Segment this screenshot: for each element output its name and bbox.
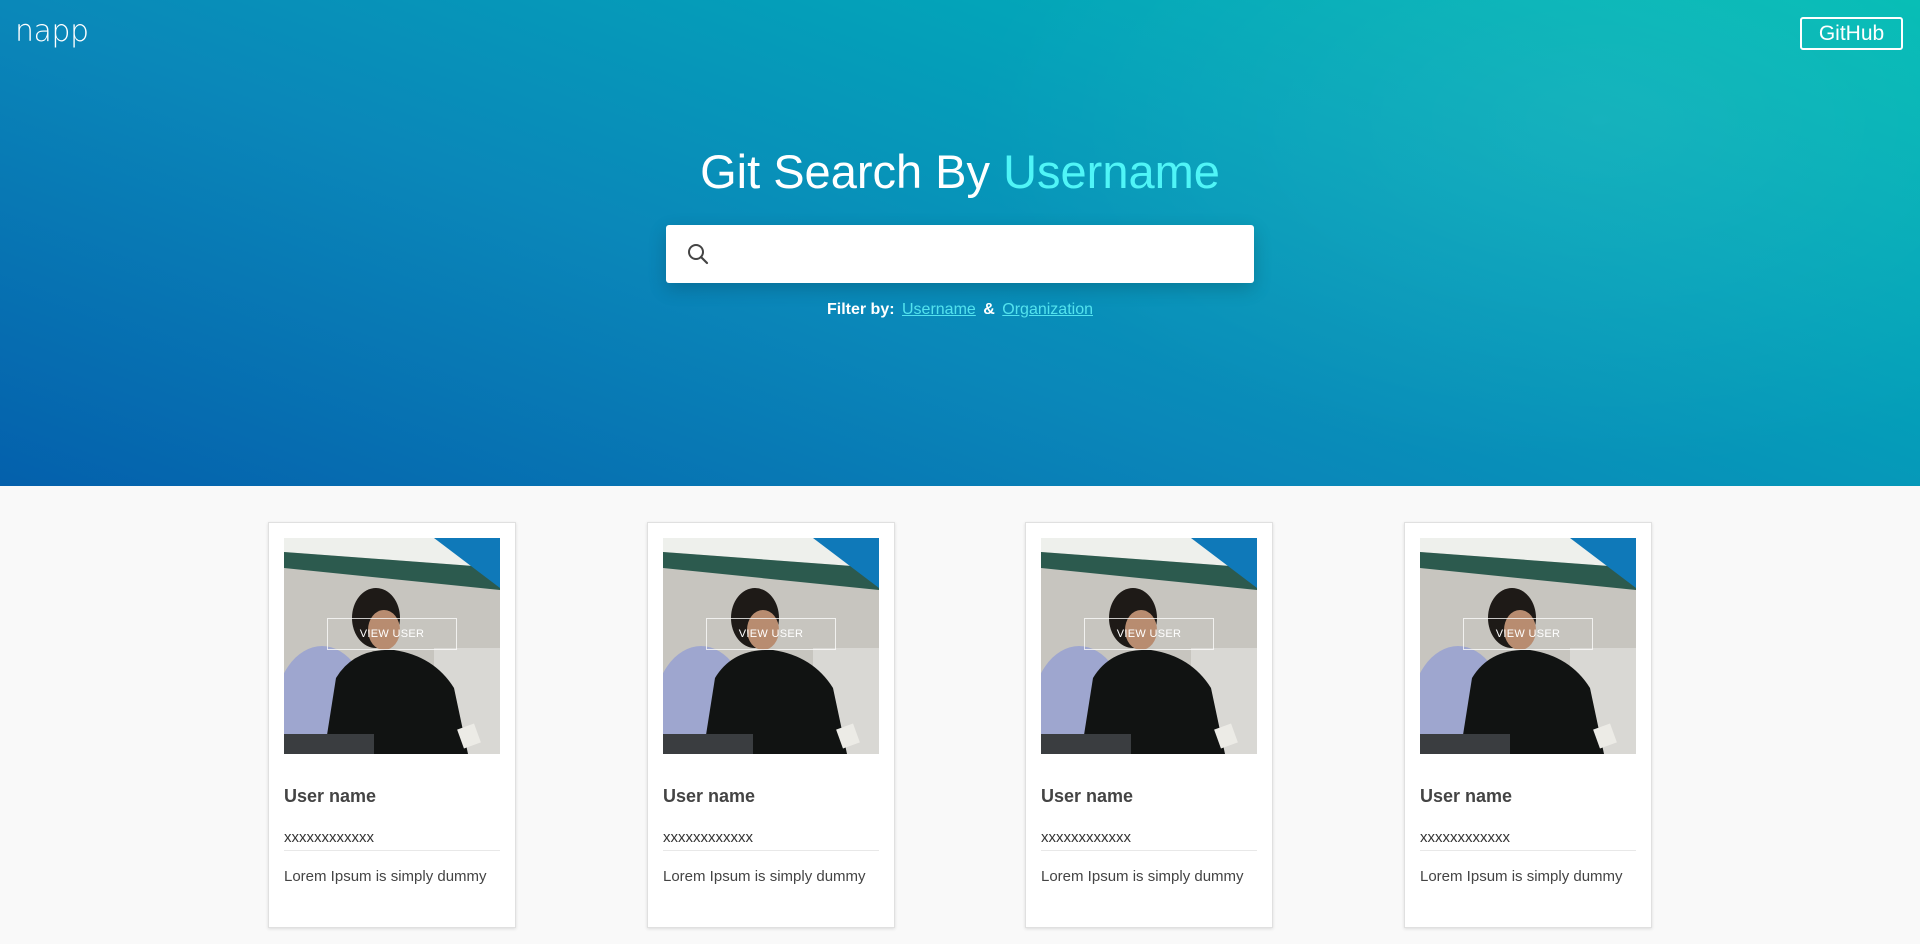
user-description: Lorem Ipsum is simply dummy [663,868,866,885]
title-prefix: Git Search By [700,145,1004,198]
app-logo[interactable]: napp [15,14,89,49]
filter-separator: & [983,301,995,318]
user-photo[interactable]: VIEW USER [284,538,500,754]
user-card: VIEW USER User name xxxxxxxxxxxx Lorem I… [1025,522,1273,928]
page-title: Git Search By Username [0,143,1920,201]
user-name: User name [1420,786,1513,806]
filter-bar: Filter by: Username & Organization [0,301,1920,319]
view-user-button[interactable]: VIEW USER [327,618,457,650]
user-photo[interactable]: VIEW USER [1420,538,1636,754]
title-accent: Username [1003,145,1220,198]
user-login: xxxxxxxxxxxx [284,829,500,851]
user-login: xxxxxxxxxxxx [1041,829,1257,851]
user-name: User name [663,786,756,806]
user-card-grid: VIEW USER User name xxxxxxxxxxxx Lorem I… [0,486,1920,944]
view-user-button[interactable]: VIEW USER [1463,618,1593,650]
view-user-button[interactable]: VIEW USER [706,618,836,650]
user-name: User name [284,786,377,806]
user-card: VIEW USER User name xxxxxxxxxxxx Lorem I… [1404,522,1652,928]
user-photo[interactable]: VIEW USER [663,538,879,754]
user-photo[interactable]: VIEW USER [1041,538,1257,754]
view-user-button[interactable]: VIEW USER [1084,618,1214,650]
filter-label: Filter by: [826,301,895,318]
search-input[interactable] [730,225,1254,283]
filter-username-link[interactable]: Username [902,301,976,318]
user-login: xxxxxxxxxxxx [1420,829,1636,851]
github-button[interactable]: GitHub [1800,17,1903,50]
user-card: VIEW USER User name xxxxxxxxxxxx Lorem I… [268,522,516,928]
user-login: xxxxxxxxxxxx [663,829,879,851]
user-description: Lorem Ipsum is simply dummy [1041,868,1244,885]
user-card: VIEW USER User name xxxxxxxxxxxx Lorem I… [647,522,895,928]
search-box [666,225,1254,283]
user-name: User name [1041,786,1134,806]
search-icon[interactable] [666,225,730,283]
hero-banner: napp GitHub Git Search By Username Filte… [0,0,1920,486]
user-description: Lorem Ipsum is simply dummy [1420,868,1623,885]
filter-organization-link[interactable]: Organization [1002,301,1093,318]
user-description: Lorem Ipsum is simply dummy [284,868,487,885]
